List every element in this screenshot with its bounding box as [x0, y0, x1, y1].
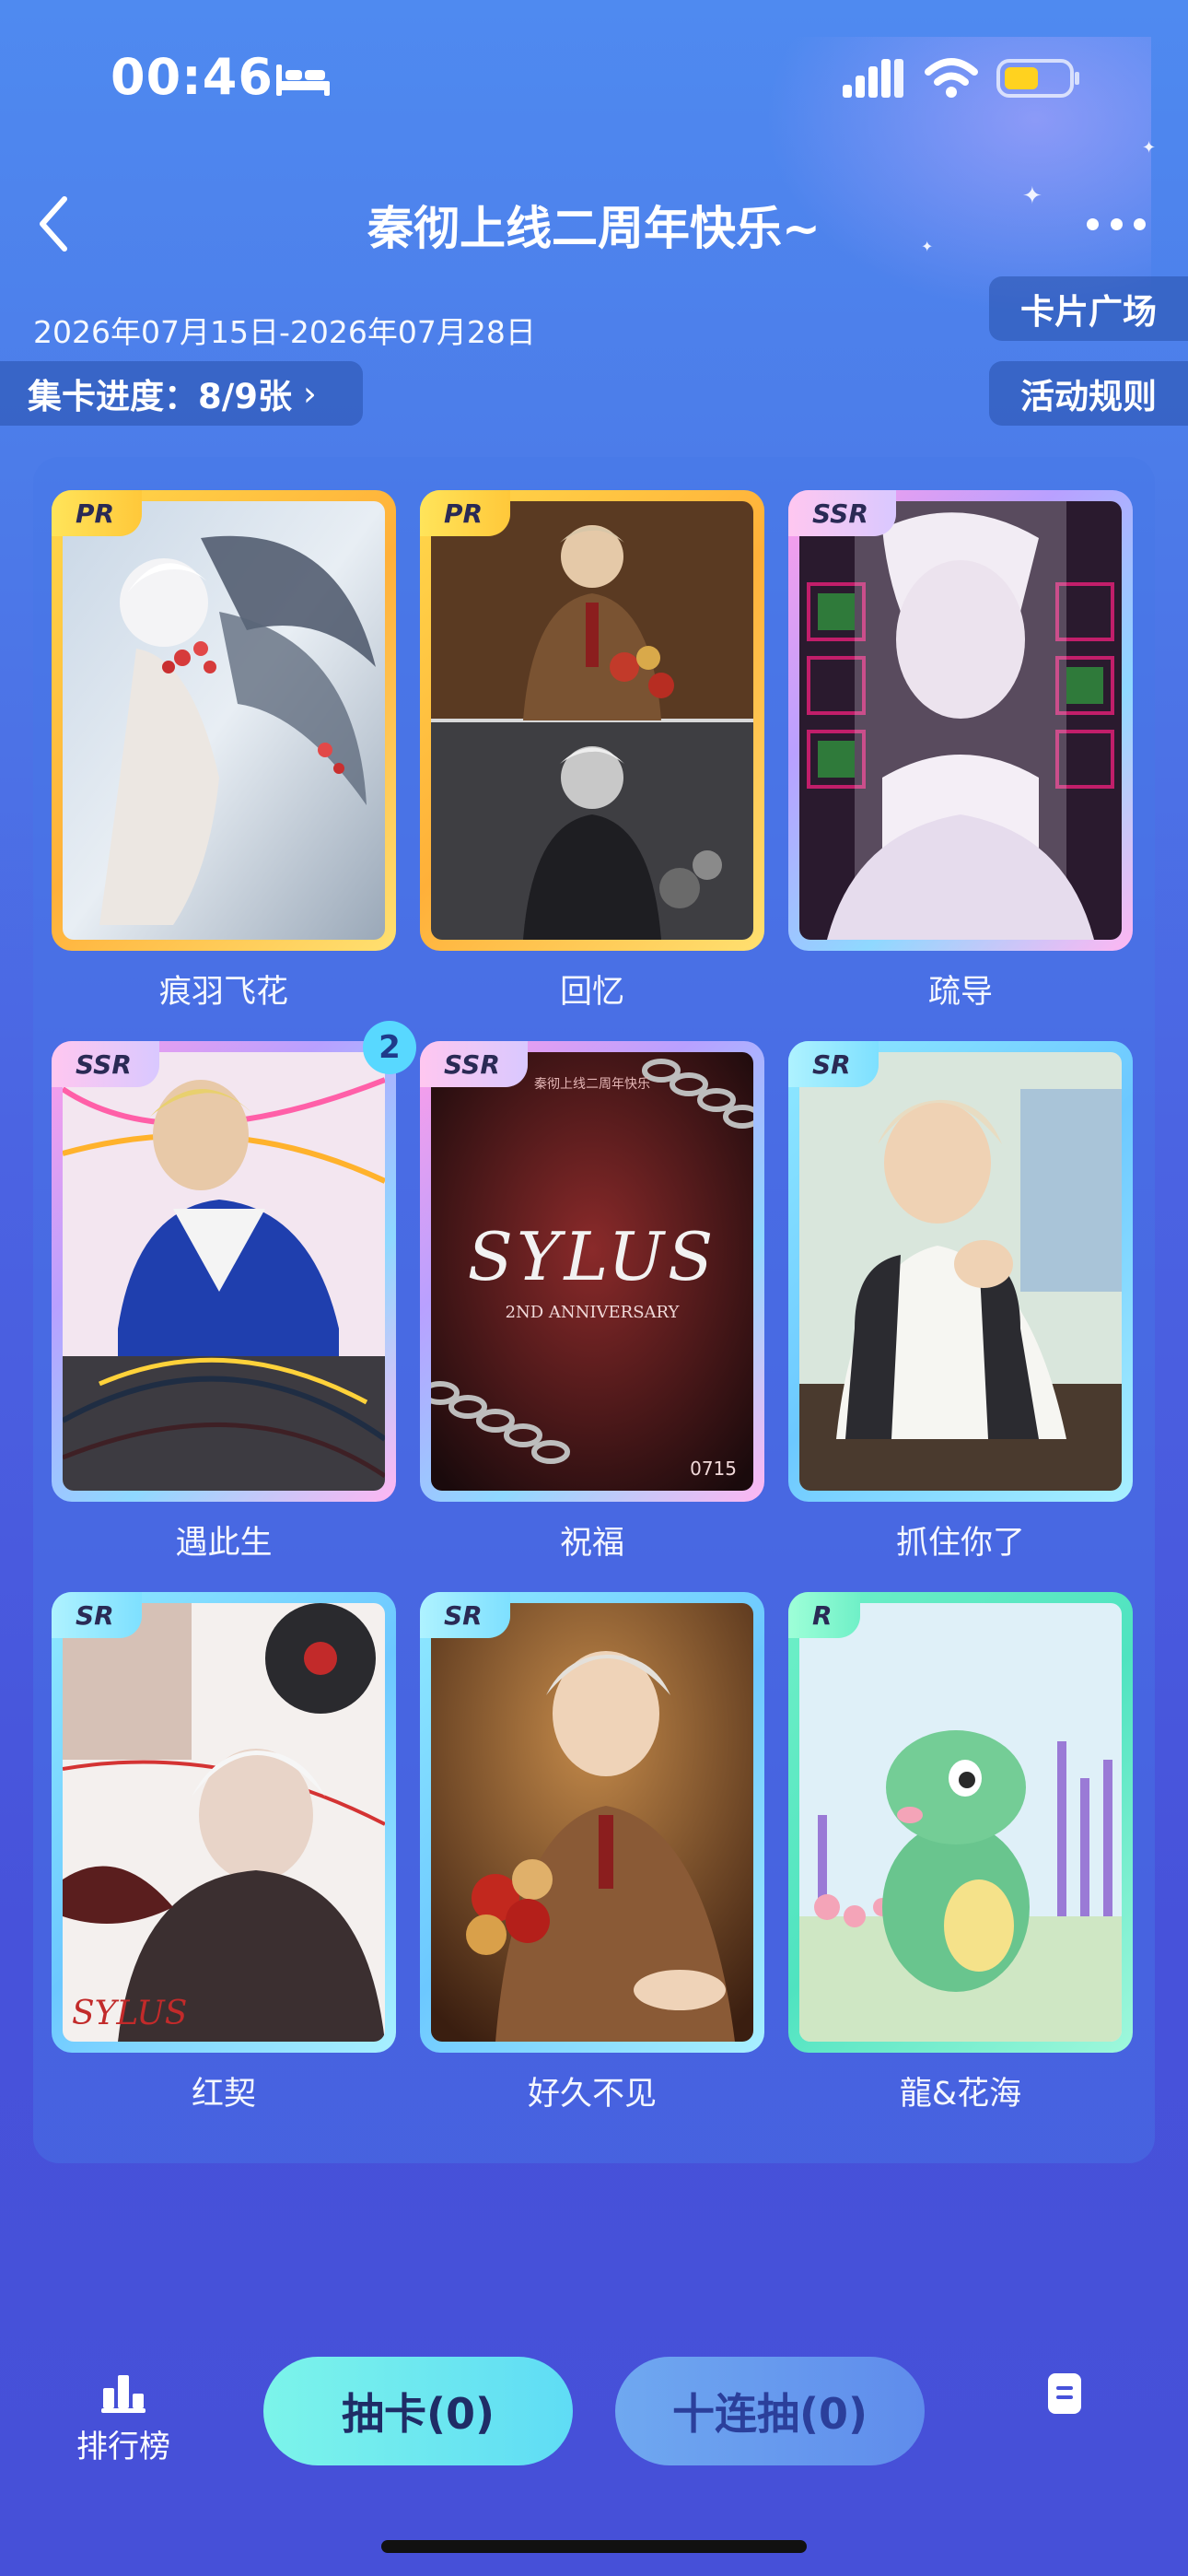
card-name: 好久不见 [527, 2076, 657, 2113]
card-name: 遇此生 [175, 1525, 273, 1562]
card-name: 龍&花海 [899, 2076, 1022, 2113]
rarity-badge: SSR [52, 1041, 159, 1087]
card-name: 疏导 [927, 974, 993, 1011]
card-artwork [63, 501, 385, 940]
ten-draw-button[interactable]: 十连抽(0) [615, 2357, 925, 2465]
card-collection-panel: PR 痕羽飞花 PR 回忆 SSR 疏导 SSR 2 遇此生 秦彻上线二周年快乐… [33, 457, 1155, 2163]
rarity-badge: SR [788, 1041, 879, 1087]
chevron-right-icon: › [303, 373, 317, 414]
art-caption: SYLUS [467, 1218, 717, 1295]
cellular-signal-icon [843, 59, 903, 98]
card-artwork [431, 1603, 753, 2042]
rarity-badge: SSR [420, 1041, 528, 1087]
card-item[interactable]: R [788, 1592, 1133, 2053]
collection-progress-button[interactable]: 集卡进度：8/9张 › [0, 361, 363, 426]
card-plaza-button[interactable]: 卡片广场 [989, 276, 1188, 341]
card-artwork [431, 501, 753, 940]
event-date-range: 2026年07月15日-2026年07月28日 [33, 314, 536, 350]
more-dot-icon [1134, 217, 1146, 230]
card-name: 祝福 [559, 1525, 624, 1562]
rarity-badge: R [788, 1592, 860, 1638]
home-indicator [381, 2540, 807, 2553]
event-rules-button[interactable]: 活动规则 [989, 361, 1188, 426]
card-item[interactable]: SSR [788, 490, 1133, 951]
wifi-icon [925, 58, 978, 98]
card-artwork [799, 501, 1122, 940]
rarity-badge: SSR [788, 490, 896, 536]
rarity-badge: SR [420, 1592, 510, 1638]
card-item[interactable]: PR [52, 490, 396, 951]
card-name: 抓住你了 [895, 1525, 1025, 1562]
sleep-focus-icon [276, 64, 330, 96]
art-caption: 2ND ANNIVERSARY [505, 1303, 680, 1322]
rarity-badge: PR [52, 490, 143, 536]
card-item[interactable]: PR [420, 490, 764, 951]
ranking-label: 排行榜 [76, 2429, 170, 2465]
duplicate-count-badge: 2 [363, 1021, 416, 1074]
battery-icon [996, 59, 1079, 98]
card-item[interactable]: SR [788, 1041, 1133, 1502]
card-artwork: SYLUS [63, 1603, 385, 2042]
card-artwork [799, 1052, 1122, 1491]
draw-card-button[interactable]: 抽卡(0) [263, 2357, 573, 2465]
ranking-tab[interactable]: 排行榜 [72, 2371, 175, 2473]
card-artwork [799, 1603, 1122, 2042]
status-bar: 00:46 [0, 0, 1188, 157]
card-item[interactable]: SYLUS SR [52, 1592, 396, 2053]
card-item[interactable]: 秦彻上线二周年快乐 SYLUS 2ND ANNIVERSARY 0715 SSR [420, 1041, 764, 1502]
more-options-button[interactable] [1087, 208, 1146, 240]
more-dot-icon [1110, 217, 1123, 230]
art-caption: 0715 [690, 1458, 737, 1480]
rarity-badge: SR [52, 1592, 142, 1638]
draw-record-icon[interactable] [1048, 2373, 1081, 2414]
status-time: 00:46 [111, 48, 274, 106]
card-item[interactable]: SR [420, 1592, 764, 2053]
card-name: 回忆 [559, 974, 624, 1011]
page-title: 秦彻上线二周年快乐~ [367, 202, 821, 255]
podium-icon [101, 2375, 146, 2413]
more-dot-icon [1087, 217, 1099, 230]
progress-label: 集卡进度：8/9张 [28, 377, 293, 416]
art-caption: SYLUS [72, 1995, 188, 2032]
card-artwork [63, 1052, 385, 1491]
card-name: 痕羽飞花 [158, 974, 288, 1011]
card-item[interactable]: SSR [52, 1041, 396, 1502]
rarity-badge: PR [420, 490, 511, 536]
card-name: 红契 [191, 2076, 256, 2113]
card-artwork: 秦彻上线二周年快乐 SYLUS 2ND ANNIVERSARY 0715 [431, 1052, 753, 1491]
